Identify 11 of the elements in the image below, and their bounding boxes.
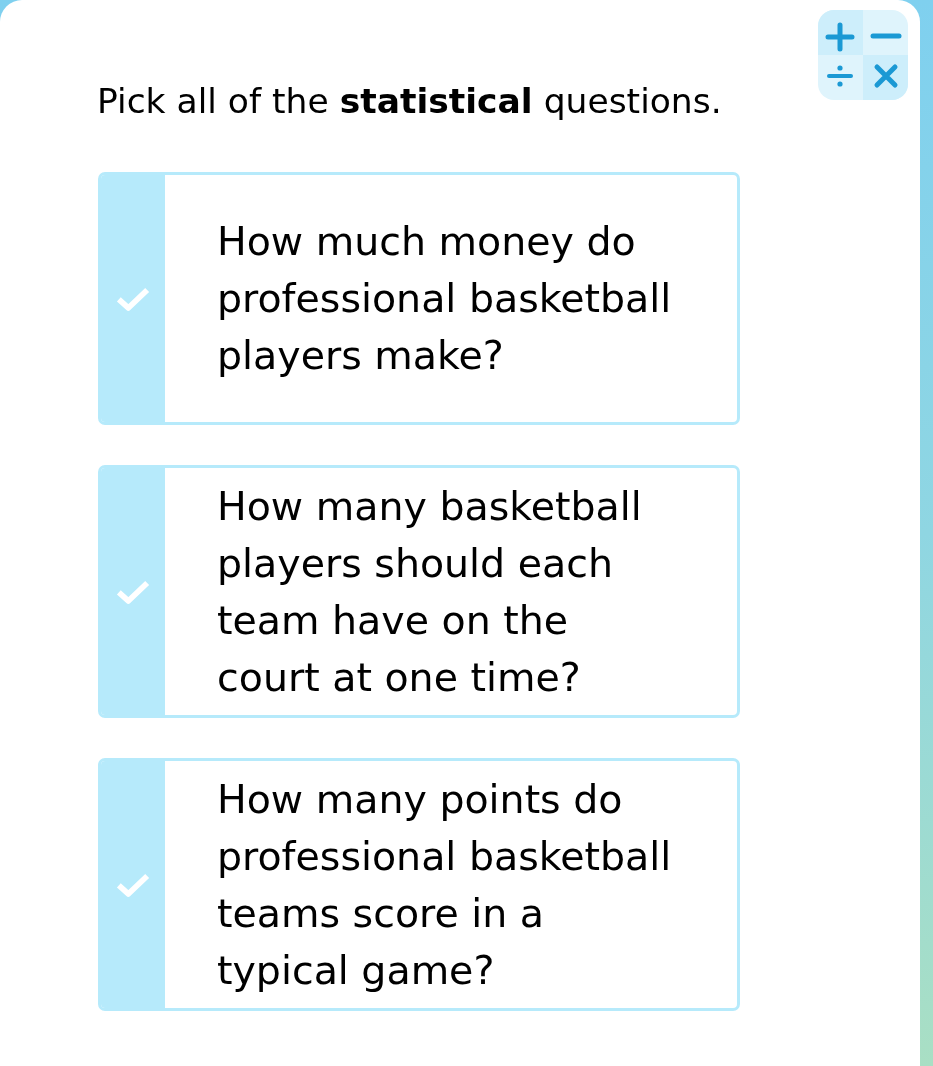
answer-choice[interactable]: How many points do professional basketball teams score in a typical game? [98, 758, 740, 1011]
math-operations-icon [818, 10, 908, 100]
question-instruction: Pick all of the statistical questions. [97, 80, 722, 122]
check-icon [116, 285, 150, 312]
answer-choice[interactable]: How many basketball players should each team have on the court at one time? [98, 465, 740, 718]
check-icon [116, 871, 150, 898]
choice-text: How many basketball players should each team have on the court at one time? [217, 481, 643, 702]
answer-choice[interactable]: How much money do professional basketball players make? [98, 172, 740, 425]
choice-text: How much money do professional basketball players make? [217, 217, 673, 380]
check-icon [116, 578, 150, 605]
choice-text: How many points do professional basketball teams score in a typical game? [217, 774, 673, 995]
